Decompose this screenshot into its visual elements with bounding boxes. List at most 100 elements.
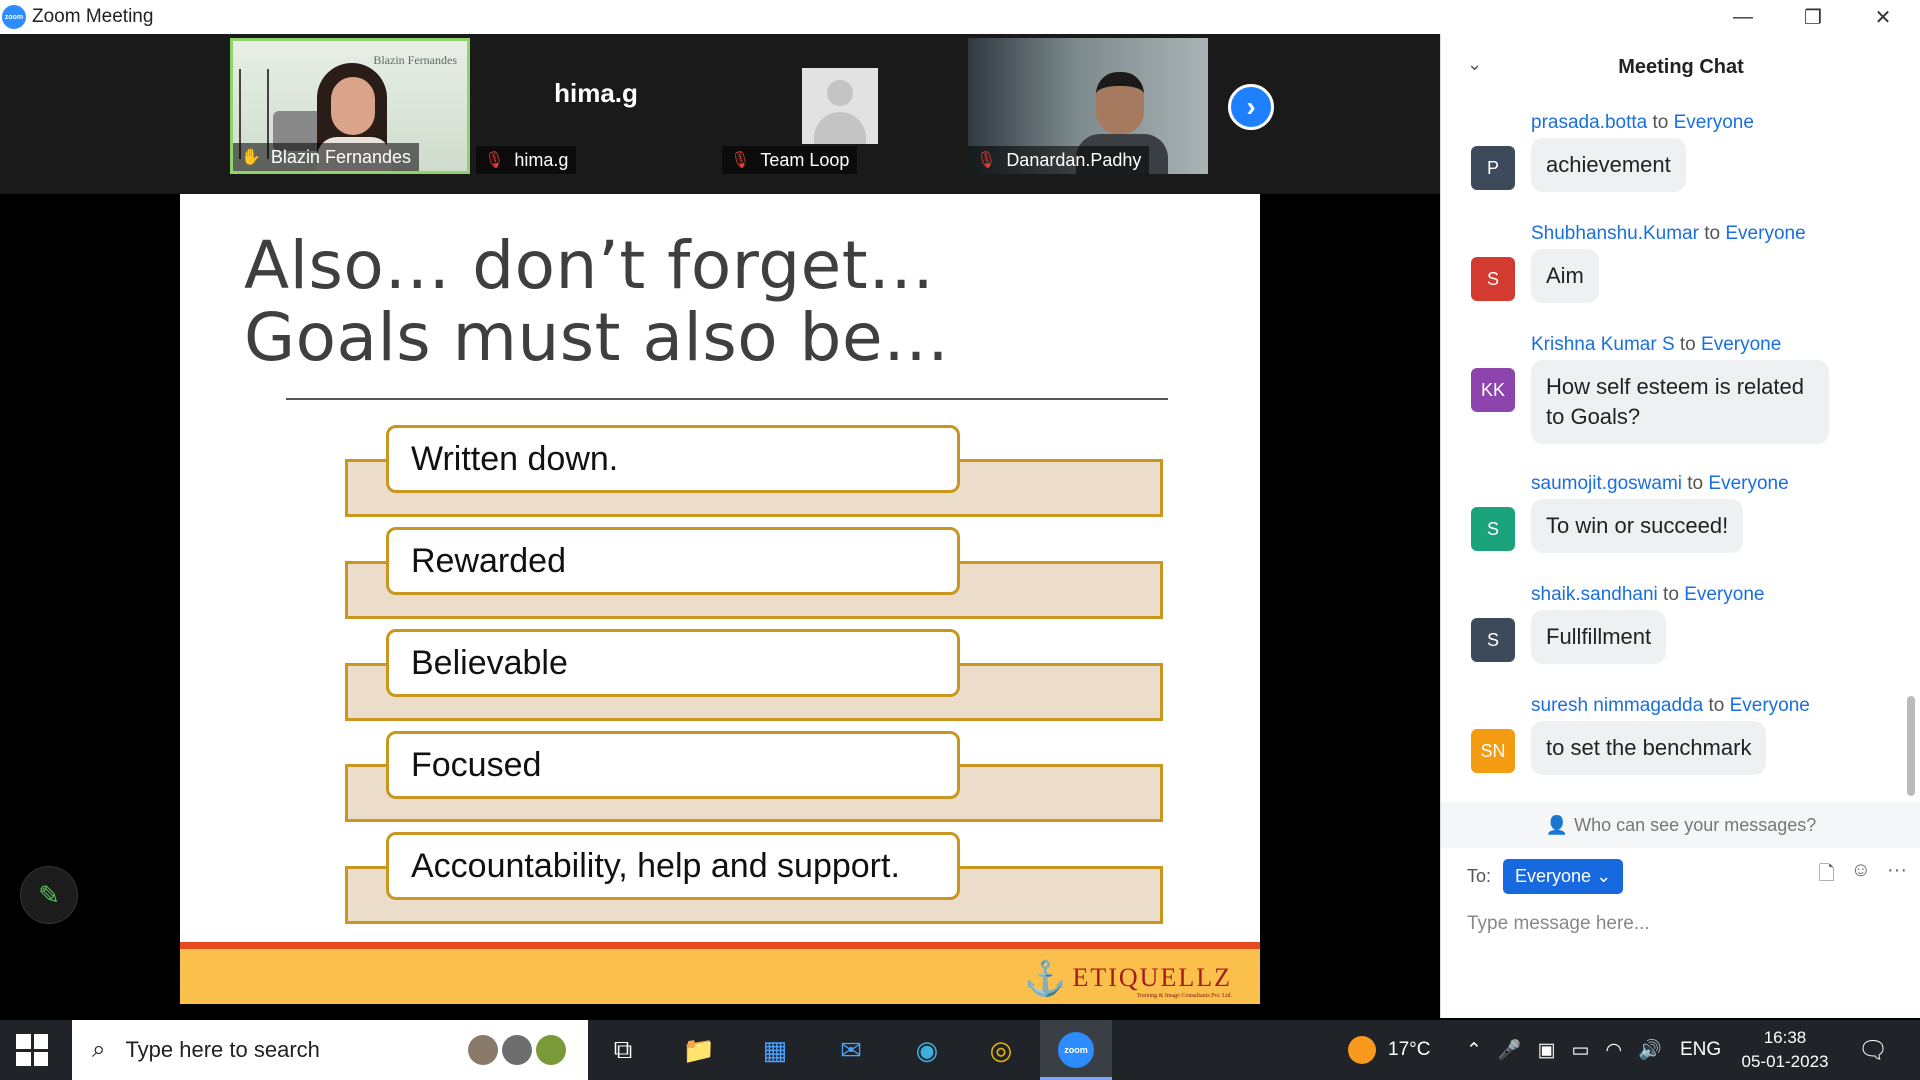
weather-widget[interactable]: 17°C — [1348, 1020, 1430, 1080]
participant-name: Team Loop — [760, 149, 850, 170]
participant-name-bar: ✋ Blazin Fernandes — [233, 143, 420, 171]
message-bubble[interactable]: To win or succeed! — [1531, 499, 1744, 553]
slide-title-line: Also… don’t forget… — [244, 227, 935, 304]
windows-start-icon[interactable] — [16, 1034, 48, 1066]
chrome-browser-icon[interactable]: ◎ — [981, 1030, 1021, 1070]
message-bubble[interactable]: to set the benchmark — [1531, 721, 1767, 775]
more-icon[interactable]: ··· — [1887, 859, 1907, 893]
avatar-head-shape — [827, 80, 853, 106]
temperature: 17°C — [1388, 1039, 1431, 1060]
show-hidden-icons-icon[interactable]: ⌃ — [1466, 1039, 1482, 1062]
zoom-logo-icon: zoom — [2, 5, 26, 29]
message-sender[interactable]: saumojit.goswami — [1531, 473, 1682, 494]
avatar: KK — [1471, 368, 1515, 412]
mic-muted-icon: 🎙 — [976, 152, 997, 169]
recipient-value: Everyone — [1515, 865, 1592, 886]
window-title: Zoom Meeting — [32, 6, 154, 27]
message-sender[interactable]: shaik.sandhani — [1531, 584, 1658, 605]
message-sender[interactable]: prasada.botta — [1531, 112, 1647, 133]
file-icon[interactable]: 🗋 — [1819, 859, 1835, 893]
slide-footer: ⚓ ETIQUELLZ Training & Image Consultants… — [180, 949, 1260, 1004]
message-to: to — [1704, 223, 1721, 244]
chat-title: Meeting Chat — [1618, 56, 1744, 78]
battery-icon[interactable]: ▭ — [1572, 1039, 1590, 1062]
speaker-pin-icon: ✋ — [241, 149, 261, 166]
background-watermark: Blazin Fernandes — [373, 53, 457, 67]
message-recipient: Everyone — [1708, 473, 1789, 494]
mail-icon[interactable]: ✉ — [831, 1030, 871, 1070]
participant-tile[interactable]: 🎙 Danardan.Padhy — [968, 38, 1208, 174]
file-explorer-icon[interactable]: 📁 — [679, 1030, 719, 1070]
slide-footer-stripe — [180, 942, 1260, 949]
system-tray: ⌃ 🎤 ▣ ▭ ◠ 🔊 — [1466, 1020, 1662, 1080]
language-indicator[interactable]: ENG — [1680, 1020, 1721, 1080]
avatar: S — [1471, 618, 1515, 662]
participant-name: Danardan.Padhy — [1006, 149, 1142, 170]
minimize-button[interactable]: — — [1708, 0, 1778, 34]
logo-tagline: Training & Image Consultants Pvt. Ltd. — [1136, 993, 1232, 999]
scrollbar-thumb[interactable] — [1907, 696, 1915, 796]
restore-button[interactable]: ❐ — [1778, 0, 1848, 34]
message-bubble[interactable]: achievement — [1531, 138, 1686, 192]
message-sender[interactable]: Krishna Kumar S — [1531, 334, 1675, 355]
message-sender[interactable]: suresh nimmagadda — [1531, 695, 1703, 716]
message-to: to — [1652, 112, 1669, 133]
meeting-chat-panel: ⌄ Meeting Chat P prasada.botta to Everyo… — [1440, 34, 1920, 1018]
microsoft-store-icon[interactable]: ▦ — [755, 1030, 795, 1070]
message-recipient: Everyone — [1701, 334, 1782, 355]
title-bar: zoom Zoom Meeting — ❐ ✕ — [0, 0, 1920, 34]
participant-tile[interactable]: Blazin Fernandes ✋ Blazin Fernandes — [230, 38, 470, 174]
people-icon: 👤 — [1545, 814, 1569, 835]
meet-now-icon[interactable]: ▣ — [1538, 1039, 1556, 1062]
next-participants-button[interactable]: › — [1228, 84, 1274, 130]
video-strip: Blazin Fernandes ✋ Blazin Fernandes hima… — [0, 34, 1440, 194]
message-sender[interactable]: Shubhanshu.Kumar — [1531, 223, 1699, 244]
message-bubble[interactable]: Aim — [1531, 249, 1599, 303]
participant-tile[interactable]: 🎙 Team Loop — [722, 38, 962, 174]
taskbar-clock[interactable]: 16:38 05-01-2023 — [1730, 1026, 1840, 1074]
search-icon: ⌕ — [92, 1036, 106, 1063]
message-meta: shaik.sandhani to Everyone — [1531, 584, 1764, 606]
close-button[interactable]: ✕ — [1848, 0, 1918, 34]
chat-scrollbar[interactable] — [1907, 106, 1915, 826]
slide-title: Also… don’t forget… Goals must also be… — [244, 230, 950, 374]
taskbar-search[interactable]: ⌕ Type here to search — [72, 1020, 588, 1080]
avatar: S — [1471, 257, 1515, 301]
notifications-icon[interactable]: 🗨 — [1858, 1020, 1888, 1080]
microphone-icon[interactable]: 🎤 — [1498, 1038, 1522, 1062]
default-avatar-icon — [802, 68, 878, 144]
clock-time: 16:38 — [1763, 1028, 1807, 1047]
slide-title-line: Goals must also be… — [244, 299, 950, 376]
message-bubble[interactable]: How self esteem is related to Goals? — [1531, 360, 1829, 444]
message-bubble[interactable]: Fullfillment — [1531, 610, 1667, 664]
search-placeholder: Type here to search — [125, 1037, 320, 1062]
message-to: to — [1679, 334, 1696, 355]
chevron-down-icon: ⌄ — [1596, 865, 1612, 886]
slide-item: Focused — [386, 731, 960, 799]
logo-text: ETIQUELLZ — [1072, 963, 1232, 992]
zoom-taskbar-button[interactable]: zoom — [1040, 1020, 1112, 1080]
wifi-icon[interactable]: ◠ — [1606, 1039, 1623, 1062]
participant-name: Blazin Fernandes — [270, 146, 412, 167]
message-recipient: Everyone — [1673, 112, 1754, 133]
sun-icon — [1348, 1036, 1376, 1064]
slide-item: Believable — [386, 629, 960, 697]
volume-icon[interactable]: 🔊 — [1638, 1038, 1662, 1062]
mic-muted-icon: 🎙 — [730, 152, 751, 169]
task-view-icon[interactable]: ⧉ — [603, 1030, 643, 1070]
emoji-icon[interactable]: ☺ — [1851, 859, 1871, 893]
who-can-see-link[interactable]: 👤 Who can see your messages? — [1441, 802, 1920, 848]
avatar-shoulder-shape — [814, 112, 866, 144]
search-highlight-image — [468, 1028, 578, 1072]
windows-taskbar: ⌕ Type here to search ⧉ 📁 ▦ ✉ ◉ ◎ zoom 1… — [0, 1020, 1920, 1080]
message-input[interactable] — [1467, 904, 1897, 944]
message-recipient: Everyone — [1725, 223, 1806, 244]
edge-browser-icon[interactable]: ◉ — [907, 1030, 947, 1070]
annotate-pencil-icon[interactable]: ✎ — [20, 866, 78, 924]
recipient-select[interactable]: Everyone ⌄ — [1503, 858, 1624, 894]
message-meta: prasada.botta to Everyone — [1531, 112, 1754, 134]
logo-text-block: ETIQUELLZ Training & Image Consultants P… — [1072, 963, 1232, 999]
who-can-see-text: Who can see your messages? — [1574, 814, 1817, 835]
participant-display-name: hima.g — [554, 78, 638, 108]
participant-tile[interactable]: hima.g 🎙 hima.g — [476, 38, 716, 174]
